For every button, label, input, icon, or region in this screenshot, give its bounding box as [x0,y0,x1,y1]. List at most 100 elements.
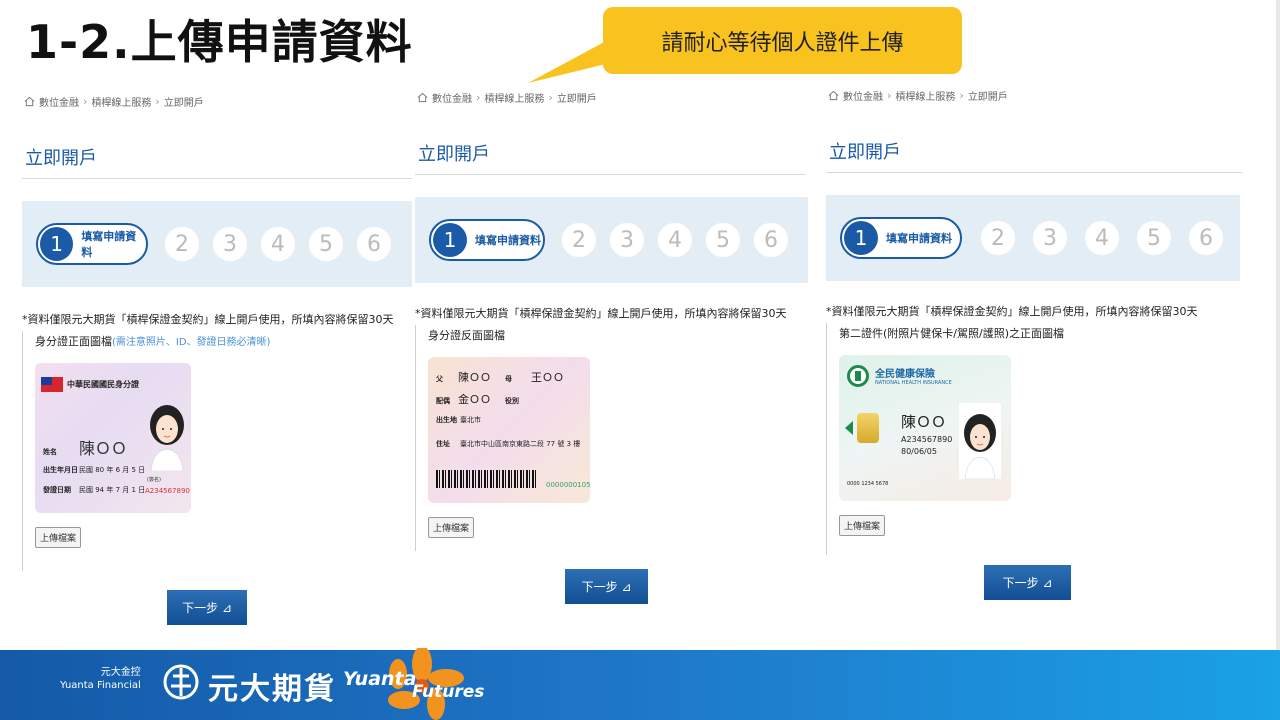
step-3: 3 [213,227,247,261]
card-row: 父 陳ＯＯ 母 王ＯＯ [436,369,564,385]
card-subtitle: NATIONAL HEALTH INSURANCE [875,380,952,386]
group-name-cn: 元大金控 [100,667,141,678]
sign-label: (簽名) [147,477,161,483]
step-4: 4 [658,223,692,257]
brand-name-en-2: Futures [412,682,485,702]
page-heading: 立即開戶 [826,138,1242,173]
brand-name-cn: 元大期貨 [208,672,336,707]
stepper: 1 填寫申請資料 2 3 4 5 6 [826,195,1240,281]
notice-text: *資料僅限元大期貨「槓桿保證金契約」線上開戶使用，所填內容將保留30天 [415,307,787,320]
chevron-right-icon: › [155,94,160,108]
step-number: 1 [844,221,878,255]
screenshot-panel-1: 數位金融 › 槓桿線上服務 › 立即開戶 立即開戶 1 填寫申請資料 2 3 4… [22,94,412,571]
portrait-image [959,403,1001,479]
notice-text: *資料僅限元大期貨「槓桿保證金契約」線上開戶使用，所填內容將保留30天 [22,313,394,326]
card-field-label: 發證日期 [43,486,71,494]
card-field-label: 住址 [436,440,450,448]
breadcrumb: 數位金融 › 槓桿線上服務 › 立即開戶 [415,90,805,105]
card-name: 陳ＯＯ [901,413,947,431]
breadcrumb-item: 立即開戶 [967,91,1008,103]
portrait-image [150,405,184,471]
chevron-right-icon: › [887,88,892,102]
step-active: 1 填寫申請資料 [840,217,962,259]
upload-field-label: 身分證反面圖檔 [428,327,805,343]
card-field-value: 陳ＯＯ [458,371,491,384]
upload-section: 第二證件(附照片健保卡/駕照/護照)之正面圖檔 全民健康保險 NATIONAL … [826,323,1242,555]
step-5: 5 [1137,221,1171,255]
chevron-right-icon: › [959,88,964,102]
chevron-right-icon: › [476,90,481,104]
upload-file-button[interactable]: 上傳檔案 [428,517,475,538]
brand-name-en-1: Yuanta [343,668,417,690]
flag-icon [41,377,63,392]
upload-label-text: 身分證反面圖檔 [428,329,505,342]
card-field-label: 出生年月日 [43,466,78,474]
upload-section: 身分證反面圖檔 父 陳ＯＯ 母 王ＯＯ 配偶 金ＯＯ 役別 出生地 臺北市 住址 臺北市中山區… [415,325,805,551]
step-4: 4 [1085,221,1119,255]
barcode-image [436,470,536,488]
breadcrumb: 數位金融 › 槓桿線上服務 › 立即開戶 [22,94,412,109]
card-row: 住址 臺北市中山區南京東路二段 77 號 3 樓 [436,439,580,449]
card-title: 中華民國國民身分證 [67,380,139,389]
home-icon[interactable] [417,92,428,103]
card-field-label: 母 [505,375,512,383]
breadcrumb-item[interactable]: 數位金融 [843,88,883,103]
step-2: 2 [165,227,199,261]
next-step-button[interactable]: 下一步 ⊿ [167,590,247,625]
callout-note: 請耐心等待個人證件上傳 [603,7,962,74]
next-step-button[interactable]: 下一步 ⊿ [565,569,648,604]
notice-text: *資料僅限元大期貨「槓桿保證金契約」線上開戶使用，所填內容將保留30天 [826,305,1198,318]
upload-section: 身分證正面圖檔(需注意照片、ID、發證日務必清晰) 中華民國國民身分證 姓名 陳Ｏ… [22,331,412,571]
id-number: A234567890 [145,487,190,495]
page-heading: 立即開戶 [22,144,412,179]
home-icon[interactable] [828,90,839,101]
next-step-button[interactable]: 下一步 ⊿ [984,565,1071,600]
step-label: 填寫申請資料 [81,230,137,259]
group-logo-text: 元大金控 Yuanta Financial [60,666,141,692]
upload-field-label: 身分證正面圖檔(需注意照片、ID、發證日務必清晰) [35,333,412,349]
step-number: 1 [40,227,74,261]
breadcrumb-item[interactable]: 槓桿線上服務 [895,88,955,103]
stepper: 1 填寫申請資料 2 3 4 5 6 [22,201,412,287]
breadcrumb-item[interactable]: 槓桿線上服務 [91,94,151,109]
screenshot-panel-3: 數位金融 › 槓桿線上服務 › 立即開戶 立即開戶 1 填寫申請資料 2 3 4… [826,88,1242,555]
card-row: 姓名 陳ＯＯ [43,435,127,459]
serial-number: 0000000105 [546,481,590,489]
step-label: 填寫申請資料 [475,234,541,247]
upload-field-label: 第二證件(附照片健保卡/駕照/護照)之正面圖檔 [839,325,1242,341]
step-active: 1 填寫申請資料 [36,223,148,265]
upload-file-button[interactable]: 上傳檔案 [35,527,82,548]
step-6: 6 [357,227,391,261]
step-6: 6 [754,223,788,257]
card-row: 配偶 金ＯＯ 役別 [436,391,531,407]
breadcrumb-item[interactable]: 數位金融 [432,90,472,105]
step-number: 1 [433,223,467,257]
step-5: 5 [309,227,343,261]
upload-hint[interactable]: (需注意照片、ID、發證日務必清晰) [112,337,270,348]
home-icon[interactable] [24,96,35,107]
step-6: 6 [1189,221,1223,255]
card-row: 發證日期 民國 94 年 7 月 1 日 [43,485,145,495]
step-4: 4 [261,227,295,261]
footer-banner: 元大金控 Yuanta Financial 元大期貨 Yuanta Future… [0,0,1280,720]
nhi-logo-icon [847,365,869,387]
card-field-value: 臺北市 [460,416,481,424]
card-field-label: 出生地 [436,416,457,424]
breadcrumb-item[interactable]: 槓桿線上服務 [484,90,544,105]
breadcrumb-item[interactable]: 數位金融 [39,94,79,109]
upload-file-button[interactable]: 上傳檔案 [839,515,886,536]
card-field-label: 役別 [505,397,519,405]
card-field-value: 金ＯＯ [458,393,491,406]
chevron-right-icon: › [83,94,88,108]
breadcrumb: 數位金融 › 槓桿線上服務 › 立即開戶 [826,88,1242,103]
id-card-front-preview: 中華民國國民身分證 姓名 陳ＯＯ 出生年月日民國 80 年 6 月 5 日 發證日… [35,363,191,513]
chevron-right-icon: › [548,90,553,104]
slide-title: 1-2.上傳申請資料 [26,15,413,69]
step-label: 填寫申請資料 [886,232,952,245]
page-heading: 立即開戶 [415,140,805,175]
chip-icon [857,413,879,443]
card-field-value: 陳ＯＯ [79,439,128,458]
yuanta-logo-icon [163,664,199,700]
callout-text: 請耐心等待個人證件上傳 [661,30,904,56]
card-field-label: 姓名 [43,448,57,456]
